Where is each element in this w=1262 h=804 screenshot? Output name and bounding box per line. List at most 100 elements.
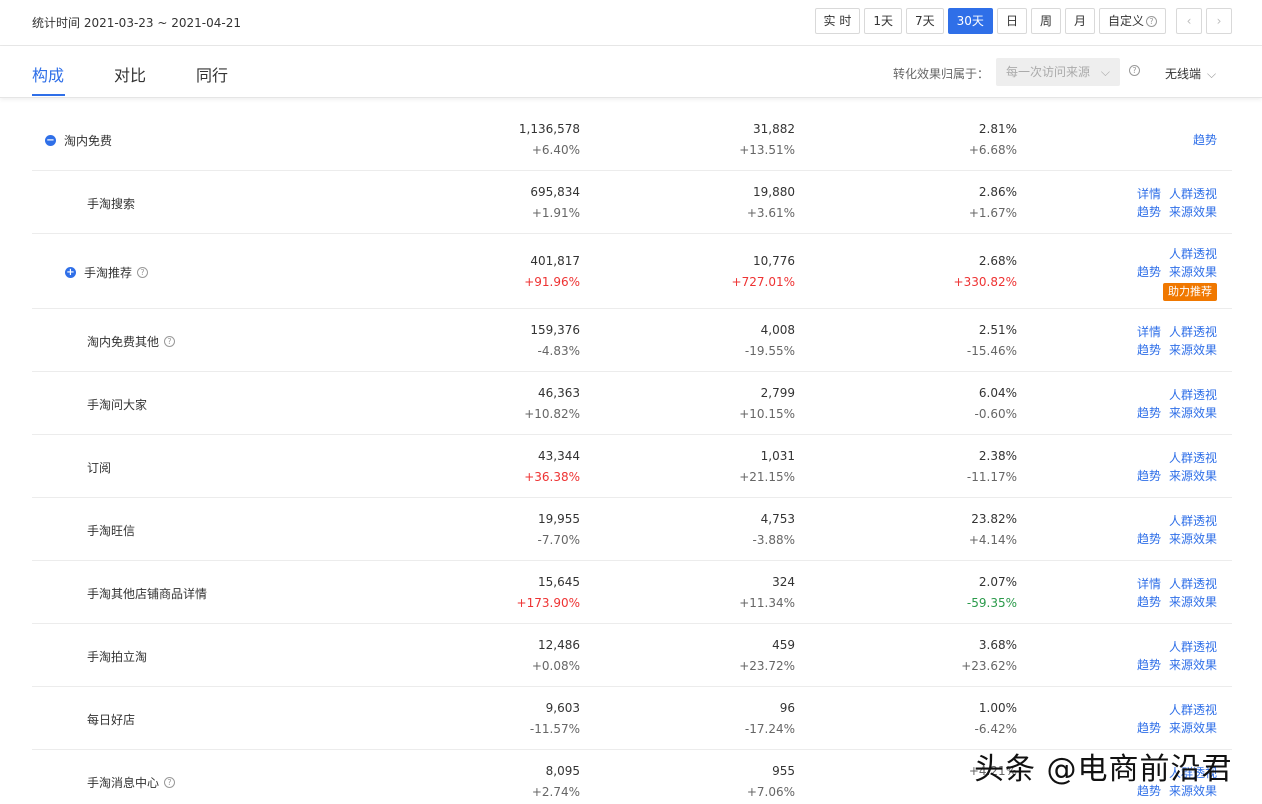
row-name: 手淘推荐 <box>84 266 133 280</box>
range-1day-button[interactable]: 1天 <box>864 8 903 34</box>
crowd-insight-link[interactable]: 人群透视 <box>1169 703 1217 717</box>
trend-link[interactable]: 趋势 <box>1137 469 1161 483</box>
row-name-cell: − 淘内免费 <box>45 132 112 149</box>
metric-cell-1: 401,817 +91.96% <box>524 251 580 293</box>
metric-value: 2.07% <box>978 575 1017 589</box>
row-name-cell: 淘内免费其他? <box>87 333 176 350</box>
metric-change: -19.55% <box>744 344 795 358</box>
metric-change: +173.90% <box>516 596 580 610</box>
metric-change: +2.74% <box>531 785 580 799</box>
row-actions: 人群透视 趋势 来源效果 <box>1129 386 1217 422</box>
metric-value: 695,834 <box>530 185 580 199</box>
source-effect-link[interactable]: 来源效果 <box>1169 205 1217 219</box>
expand-icon[interactable]: + <box>65 267 76 278</box>
trend-link[interactable]: 趋势 <box>1137 205 1161 219</box>
help-icon[interactable]: ? <box>164 336 176 347</box>
metric-value: 2,799 <box>760 386 795 400</box>
row-actions: 人群透视 趋势 来源效果 <box>1129 512 1217 548</box>
crowd-insight-link[interactable]: 人群透视 <box>1169 451 1217 465</box>
range-month-button[interactable]: 月 <box>1064 8 1095 34</box>
metric-cell-2: 96 -17.24% <box>745 698 795 740</box>
range-7day-button[interactable]: 7天 <box>906 8 944 34</box>
metric-value: 459 <box>772 638 795 652</box>
detail-link[interactable]: 详情 <box>1137 325 1161 339</box>
metric-cell-2: 4,008 -19.55% <box>745 320 795 362</box>
attribution-select[interactable]: 每一次访问来源 ⌵ <box>996 58 1120 86</box>
trend-link[interactable]: 趋势 <box>1137 721 1161 735</box>
row-name-cell: 手淘消息中心? <box>87 774 176 791</box>
row-name-cell: 手淘问大家 <box>87 396 147 413</box>
table-row: − 淘内免费 1,136,578 +6.40% 31,882 +13.51% 2.81% +6… <box>32 108 1232 171</box>
tab-compare[interactable]: 对比 <box>114 62 146 86</box>
range-week-button[interactable]: 周 <box>1030 8 1061 34</box>
trend-link[interactable]: 趋势 <box>1137 265 1161 279</box>
metric-change: +6.40% <box>531 143 580 157</box>
crowd-insight-link[interactable]: 人群透视 <box>1169 247 1217 261</box>
row-actions: 人群透视 趋势 来源效果 <box>1129 449 1217 485</box>
row-name-cell: 手淘旺信 <box>87 522 135 539</box>
metric-change: -6.42% <box>974 722 1017 736</box>
source-effect-link[interactable]: 来源效果 <box>1169 532 1217 546</box>
help-icon[interactable]: ? <box>137 267 149 278</box>
tab-industry[interactable]: 同行 <box>196 62 228 86</box>
chevron-right-icon: › <box>1216 14 1222 28</box>
crowd-insight-link[interactable]: 人群透视 <box>1169 514 1217 528</box>
device-select[interactable]: 无线端 ⌵ <box>1165 65 1216 82</box>
metric-change: -11.17% <box>966 470 1017 484</box>
crowd-insight-link[interactable]: 人群透视 <box>1169 388 1217 402</box>
metric-cell-2: 10,776 +727.01% <box>732 251 795 293</box>
trend-link[interactable]: 趋势 <box>1193 133 1217 147</box>
metric-value: 31,882 <box>753 122 795 136</box>
metric-value: 955 <box>772 764 795 778</box>
crowd-insight-link[interactable]: 人群透视 <box>1169 640 1217 654</box>
source-effect-link[interactable]: 来源效果 <box>1169 595 1217 609</box>
metric-value: 4,008 <box>760 323 795 337</box>
trend-link[interactable]: 趋势 <box>1137 343 1161 357</box>
trend-link[interactable]: 趋势 <box>1137 406 1161 420</box>
source-effect-link[interactable]: 来源效果 <box>1169 721 1217 735</box>
range-buttons: 实 时 1天 7天 30天 日 周 月 自定义 ? ‹ › <box>811 8 1232 34</box>
detail-link[interactable]: 详情 <box>1137 187 1161 201</box>
chevron-down-icon: ⌵ <box>1100 65 1110 79</box>
crowd-insight-link[interactable]: 人群透视 <box>1169 577 1217 591</box>
prev-period-button[interactable]: ‹ <box>1176 8 1202 34</box>
row-name-cell: 每日好店 <box>87 711 135 728</box>
range-custom-button[interactable]: 自定义 ? <box>1098 8 1166 34</box>
metric-value: 8,095 <box>545 764 580 778</box>
help-icon[interactable]: ? <box>1129 65 1140 76</box>
metric-cell-1: 12,486 +0.08% <box>532 635 580 677</box>
trend-link[interactable]: 趋势 <box>1137 658 1161 672</box>
boost-recommend-badge[interactable]: 助力推荐 <box>1163 283 1217 301</box>
source-effect-link[interactable]: 来源效果 <box>1169 406 1217 420</box>
row-name: 每日好店 <box>87 713 136 727</box>
metric-value: 43,344 <box>538 449 580 463</box>
range-day-button[interactable]: 日 <box>996 8 1027 34</box>
metric-change: -3.88% <box>752 533 795 547</box>
metric-cell-1: 159,376 -4.83% <box>530 320 580 362</box>
tab-composition[interactable]: 构成 <box>32 62 64 86</box>
row-name: 手淘拍立淘 <box>87 650 148 664</box>
source-effect-link[interactable]: 来源效果 <box>1169 469 1217 483</box>
trend-link[interactable]: 趋势 <box>1137 595 1161 609</box>
crowd-insight-link[interactable]: 人群透视 <box>1169 325 1217 339</box>
source-effect-link[interactable]: 来源效果 <box>1169 265 1217 279</box>
metric-cell-1: 46,363 +10.82% <box>524 383 580 425</box>
source-effect-link[interactable]: 来源效果 <box>1169 343 1217 357</box>
metric-cell-3: 2.81% +6.68% <box>969 119 1017 161</box>
range-realtime-button[interactable]: 实 时 <box>814 8 861 34</box>
metric-change: +3.61% <box>746 206 795 220</box>
help-icon[interactable]: ? <box>164 777 176 788</box>
metric-value: 9,603 <box>545 701 580 715</box>
range-30day-button[interactable]: 30天 <box>947 8 993 34</box>
metric-value: 2.68% <box>978 254 1017 268</box>
crowd-insight-link[interactable]: 人群透视 <box>1169 187 1217 201</box>
detail-link[interactable]: 详情 <box>1137 577 1161 591</box>
collapse-icon[interactable]: − <box>45 135 56 146</box>
metric-change: +727.01% <box>731 275 795 289</box>
metric-change: +0.08% <box>531 659 580 673</box>
trend-link[interactable]: 趋势 <box>1137 532 1161 546</box>
next-period-button[interactable]: › <box>1206 8 1232 34</box>
metric-cell-3: 2.38% -11.17% <box>967 446 1017 488</box>
source-effect-link[interactable]: 来源效果 <box>1169 658 1217 672</box>
row-name: 淘内免费 <box>64 134 113 148</box>
